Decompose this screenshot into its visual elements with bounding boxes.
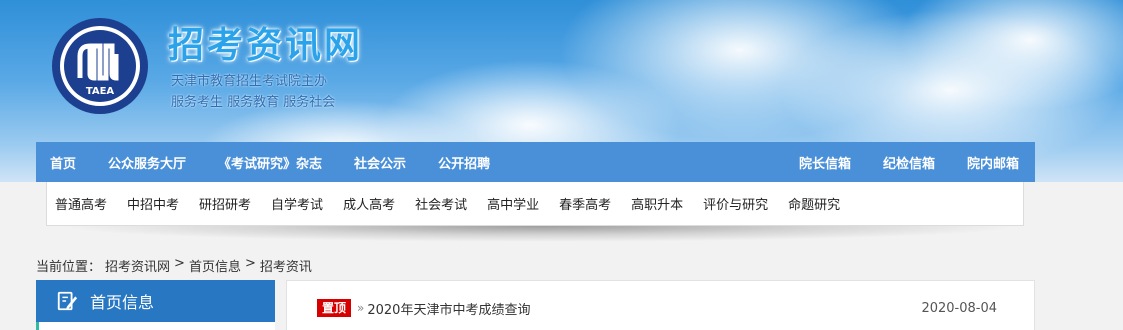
nav-item-public-service-hall[interactable]: 公众服务大厅: [94, 153, 186, 172]
news-date: 2020-08-04: [921, 300, 997, 316]
list-item[interactable]: 置顶 » 2020年天津市中考成绩查询 2020-08-04: [317, 298, 997, 318]
breadcrumb: 当前位置： 招考资讯网 > 首页信息 > 招考资讯: [36, 256, 312, 275]
double-chevron-right-icon: »: [357, 301, 365, 315]
taea-seal-logo-icon: TAEA: [52, 18, 148, 114]
nav-item-public-notice[interactable]: 社会公示: [340, 153, 406, 172]
news-title-link[interactable]: 2020年天津市中考成绩查询: [367, 299, 530, 318]
subnav-item-self-study-exam[interactable]: 自学考试: [271, 194, 323, 213]
main-navigation: 首页 公众服务大厅 《考试研究》杂志 社会公示 公开招聘 院长信箱 纪检信箱 院…: [36, 142, 1035, 182]
subnav-item-evaluation-research[interactable]: 评价与研究: [703, 194, 768, 213]
nav-item-exam-research-magazine[interactable]: 《考试研究》杂志: [204, 153, 322, 172]
breadcrumb-separator: >: [174, 256, 185, 271]
subnav-item-general-gaokao[interactable]: 普通高考: [55, 194, 107, 213]
breadcrumb-prefix: 当前位置：: [36, 260, 102, 275]
subnav-item-high-school-academic[interactable]: 高中学业: [487, 194, 539, 213]
site-title[interactable]: 招考资讯网: [168, 16, 363, 68]
sidebar-menu: [36, 322, 275, 330]
edit-document-icon: [57, 291, 78, 311]
site-slogan: 服务考生 服务教育 服务社会: [171, 95, 336, 110]
nav-item-president-mailbox[interactable]: 院长信箱: [799, 153, 851, 172]
subnav-item-vocational-upgrade[interactable]: 高职升本: [631, 194, 683, 213]
sidebar-header: 首页信息: [36, 280, 275, 322]
breadcrumb-item-home-info[interactable]: 首页信息: [189, 256, 241, 275]
breadcrumb-separator: >: [244, 256, 256, 271]
nav-item-home[interactable]: 首页: [36, 153, 76, 172]
nav-item-recruitment[interactable]: 公开招聘: [424, 153, 490, 172]
subnav-item-zhongkao[interactable]: 中招中考: [127, 194, 179, 213]
subnav-item-graduate-exam[interactable]: 研招研考: [199, 194, 251, 213]
subnav-item-social-exam[interactable]: 社会考试: [415, 194, 467, 213]
pinned-badge: 置顶: [317, 299, 352, 317]
sidebar-title: 首页信息: [90, 293, 155, 312]
subnav-item-spring-gaokao[interactable]: 春季高考: [559, 194, 611, 213]
nav-item-discipline-mailbox[interactable]: 纪检信箱: [883, 153, 935, 172]
breadcrumb-item-news[interactable]: 招考资讯: [260, 256, 312, 275]
subnav-item-adult-exam[interactable]: 成人高考: [343, 194, 395, 213]
news-list-panel: 置顶 » 2020年天津市中考成绩查询 2020-08-04: [286, 280, 1035, 330]
site-logo[interactable]: TAEA: [50, 16, 150, 116]
nav-item-internal-mailbox[interactable]: 院内邮箱: [967, 153, 1019, 172]
subnav-shadow: [56, 226, 1024, 242]
site-subtitle-organizer: 天津市教育招生考试院主办: [171, 74, 328, 89]
breadcrumb-item-site[interactable]: 招考资讯网: [105, 256, 170, 275]
category-navigation: 普通高考 中招中考 研招研考 自学考试 成人高考 社会考试 高中学业 春季高考 …: [46, 182, 1024, 226]
logo-text: TAEA: [86, 86, 115, 97]
subnav-item-proposition-research[interactable]: 命题研究: [788, 194, 840, 213]
